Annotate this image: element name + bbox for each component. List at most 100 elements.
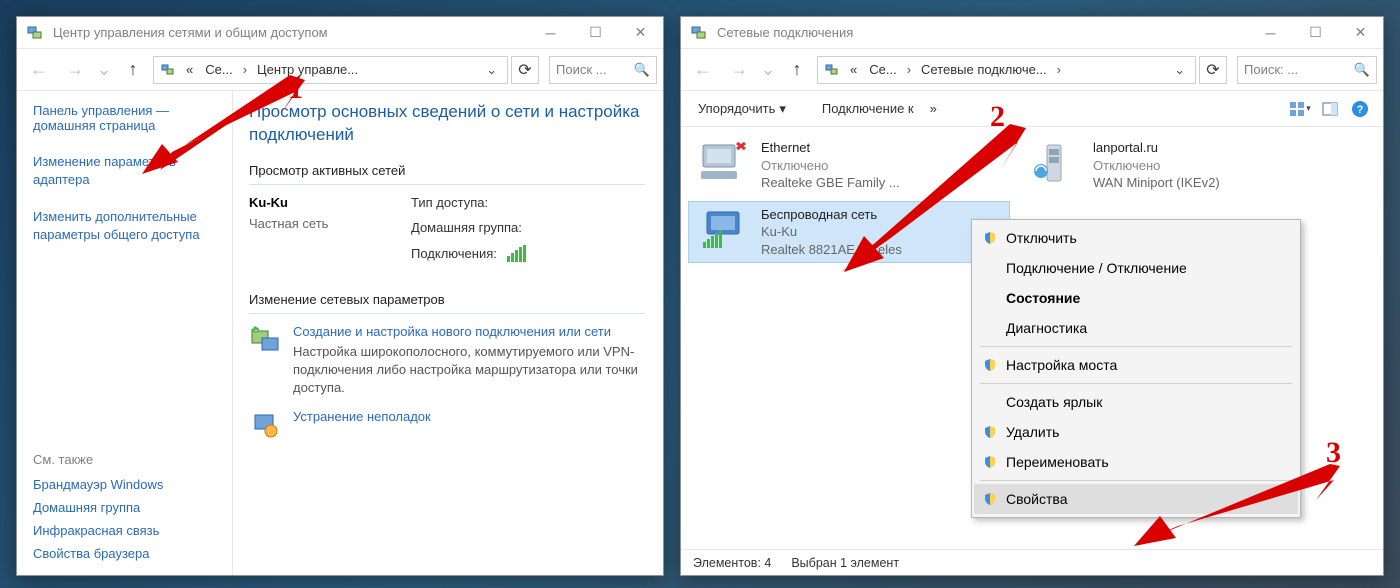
svg-text:+: + xyxy=(254,329,258,335)
view-dropdown[interactable]: ▾ xyxy=(1285,95,1315,123)
signal-bars-icon xyxy=(507,245,526,262)
page-title: Просмотр основных сведений о сети и наст… xyxy=(249,101,645,147)
navbar: ← → ⌄ ↑ « Се... › Сетевые подключе... › … xyxy=(681,49,1383,91)
crumb-1[interactable]: Се... xyxy=(865,62,900,77)
ctx-bridge[interactable]: Настройка моста xyxy=(974,350,1298,380)
chevron-right-icon: › xyxy=(1055,62,1063,77)
chevron-right-icon: › xyxy=(905,62,913,77)
ctx-shortcut[interactable]: Создать ярлык xyxy=(974,387,1298,417)
ctx-disable[interactable]: Отключить xyxy=(974,223,1298,253)
task-troubleshoot[interactable]: Устранение неполадок xyxy=(249,409,645,443)
active-network-row: Ku-Ku Частная сеть Тип доступа: Домашняя… xyxy=(249,195,645,262)
task-link: Создание и настройка нового подключения … xyxy=(293,324,645,339)
adapter-ethernet[interactable]: Ethernet Отключено Realteke GBE Family .… xyxy=(689,135,1009,196)
shield-icon xyxy=(982,454,998,470)
address-dropdown[interactable]: ⌄ xyxy=(480,62,503,78)
task-new-connection[interactable]: + Создание и настройка нового подключени… xyxy=(249,324,645,398)
maximize-button[interactable]: ☐ xyxy=(573,18,618,48)
search-icon: 🔍 xyxy=(1354,62,1370,78)
recent-dropdown[interactable]: ⌄ xyxy=(95,54,113,86)
crumb-1[interactable]: Се... xyxy=(201,62,236,77)
maximize-button[interactable]: ☐ xyxy=(1293,18,1338,48)
ctx-connect[interactable]: Подключение / Отключение xyxy=(974,253,1298,283)
search-input[interactable]: Поиск: ... 🔍 xyxy=(1237,56,1377,84)
homegroup-label: Домашняя группа: xyxy=(411,220,645,235)
back-button[interactable]: ← xyxy=(23,54,55,86)
help-button[interactable]: ? xyxy=(1345,95,1375,123)
shield-icon xyxy=(982,491,998,507)
annotation-number-1: 1 xyxy=(288,72,303,106)
see-also-heading: См. также xyxy=(33,452,220,467)
navbar: ← → ⌄ ↑ « Се... › Центр управле... ⌄ ⟳ П… xyxy=(17,49,663,91)
menu-separator xyxy=(980,383,1292,384)
network-connections-icon xyxy=(689,23,709,43)
ctx-delete[interactable]: Удалить xyxy=(974,417,1298,447)
preview-pane-button[interactable] xyxy=(1315,95,1345,123)
ctx-properties[interactable]: Свойства xyxy=(974,484,1298,514)
window-controls: ─ ☐ ✕ xyxy=(528,18,663,48)
refresh-button[interactable]: ⟳ xyxy=(1199,56,1227,84)
forward-button[interactable]: → xyxy=(723,54,755,86)
advanced-sharing-link[interactable]: Изменить дополнительные параметры общего… xyxy=(33,208,220,243)
adapter-wireless[interactable]: Беспроводная сеть Ku-Ku Realtek 8821AE W… xyxy=(689,202,1009,263)
crumb-back[interactable]: « xyxy=(846,62,861,77)
adapter-status: Отключено xyxy=(1093,157,1335,175)
forward-button[interactable]: → xyxy=(59,54,91,86)
see-also-internet-options[interactable]: Свойства браузера xyxy=(33,542,220,565)
connections-label: Подключения: xyxy=(411,246,497,261)
troubleshoot-icon xyxy=(249,409,283,443)
see-also-infrared[interactable]: Инфракрасная связь xyxy=(33,519,220,542)
back-button[interactable]: ← xyxy=(687,54,719,86)
see-also-firewall[interactable]: Брандмауэр Windows xyxy=(33,473,220,496)
crumb-2[interactable]: Центр управле... xyxy=(253,62,362,77)
adapter-status: Ku-Ku xyxy=(761,223,1003,241)
context-menu: Отключить Подключение / Отключение Состо… xyxy=(971,219,1301,518)
menu-separator xyxy=(980,346,1292,347)
status-bar: Элементов: 4 Выбран 1 элемент xyxy=(681,549,1383,575)
wifi-adapter-icon xyxy=(695,206,751,254)
adapter-device: Realtek 8821AE Wireles xyxy=(761,241,1003,259)
close-button[interactable]: ✕ xyxy=(618,18,663,48)
new-connection-icon: + xyxy=(249,324,283,358)
location-icon xyxy=(158,60,178,80)
ctx-status[interactable]: Состояние xyxy=(974,283,1298,313)
search-input[interactable]: Поиск ... 🔍 xyxy=(549,56,657,84)
address-bar[interactable]: « Се... › Сетевые подключе... › ⌄ xyxy=(817,56,1196,84)
minimize-button[interactable]: ─ xyxy=(528,18,573,48)
refresh-button[interactable]: ⟳ xyxy=(511,56,539,84)
items-area[interactable]: Ethernet Отключено Realteke GBE Family .… xyxy=(681,127,1383,549)
organize-button[interactable]: Упорядочить ▾ xyxy=(689,96,795,122)
main-panel: Просмотр основных сведений о сети и наст… xyxy=(233,91,663,575)
location-icon xyxy=(822,60,842,80)
content-area: Панель управления — домашняя страница Из… xyxy=(17,91,663,575)
shield-icon xyxy=(982,357,998,373)
crumb-back[interactable]: « xyxy=(182,62,197,77)
shield-icon xyxy=(982,424,998,440)
up-button[interactable]: ↑ xyxy=(117,54,149,86)
recent-dropdown[interactable]: ⌄ xyxy=(759,54,777,86)
control-panel-home-link[interactable]: Панель управления — домашняя страница xyxy=(33,103,220,133)
network-center-icon xyxy=(25,23,45,43)
overflow-button[interactable]: » xyxy=(923,96,944,121)
address-dropdown[interactable]: ⌄ xyxy=(1168,62,1191,78)
chevron-right-icon: › xyxy=(241,62,249,77)
crumb-2[interactable]: Сетевые подключе... xyxy=(917,62,1051,77)
address-bar[interactable]: « Се... › Центр управле... ⌄ xyxy=(153,56,508,84)
minimize-button[interactable]: ─ xyxy=(1248,18,1293,48)
connect-to-button[interactable]: Подключение к xyxy=(813,96,923,121)
menu-separator xyxy=(980,480,1292,481)
change-adapter-settings-link[interactable]: Изменение параметров адаптера xyxy=(33,153,220,188)
network-type: Частная сеть xyxy=(249,216,389,231)
window-title: Центр управления сетями и общим доступом xyxy=(53,25,528,40)
close-button[interactable]: ✕ xyxy=(1338,18,1383,48)
adapter-title: Ethernet xyxy=(761,139,1003,157)
adapter-vpn[interactable]: lanportal.ru Отключено WAN Miniport (IKE… xyxy=(1021,135,1341,196)
search-placeholder: Поиск: ... xyxy=(1244,62,1298,77)
up-button[interactable]: ↑ xyxy=(781,54,813,86)
task-link: Устранение неполадок xyxy=(293,409,431,424)
task-description: Настройка широкополосного, коммутируемог… xyxy=(293,343,645,398)
ctx-rename[interactable]: Переименовать xyxy=(974,447,1298,477)
see-also-homegroup[interactable]: Домашняя группа xyxy=(33,496,220,519)
adapter-title: Беспроводная сеть xyxy=(761,206,1003,224)
ctx-diagnose[interactable]: Диагностика xyxy=(974,313,1298,343)
